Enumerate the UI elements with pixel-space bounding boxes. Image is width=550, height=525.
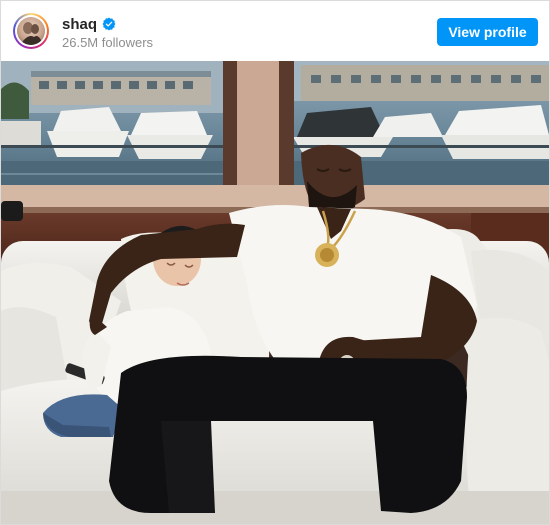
avatar-ring: [15, 15, 47, 47]
post-photo-image: [1, 61, 549, 524]
post-header: shaq 26.5M followers View profile: [1, 1, 549, 61]
verified-badge-icon: [102, 17, 116, 31]
instagram-embed: shaq 26.5M followers View profile: [0, 0, 550, 525]
username-link[interactable]: shaq: [62, 16, 97, 33]
avatar-photo: [17, 17, 45, 45]
left-window: [1, 61, 223, 185]
profile-avatar-icon[interactable]: [13, 13, 49, 49]
name-row: shaq: [62, 14, 116, 34]
avatar-image: [20, 22, 43, 45]
follower-count: 26.5M followers: [62, 35, 154, 50]
post-photo[interactable]: [1, 61, 549, 524]
view-profile-button[interactable]: View profile: [437, 18, 538, 46]
